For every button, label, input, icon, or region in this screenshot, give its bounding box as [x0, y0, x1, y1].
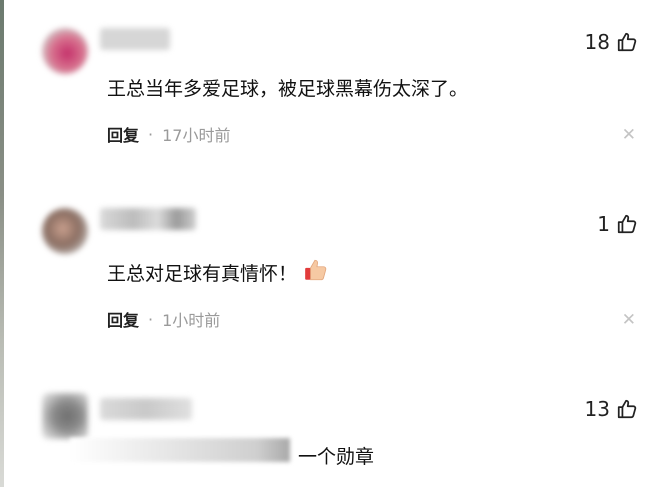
like-count: 1	[597, 212, 610, 236]
comment-text: 一个勋章	[298, 446, 375, 468]
thumbs-up-icon	[616, 398, 638, 420]
comment-text-content: 王总对足球有真情怀！	[107, 263, 298, 285]
like-count: 13	[584, 397, 610, 421]
meta-separator: ·	[148, 124, 154, 144]
like-count: 18	[584, 30, 610, 54]
thumbs-up-icon	[616, 31, 638, 53]
username-blurred[interactable]	[100, 398, 192, 420]
thumbs-up-emoji-icon	[303, 257, 329, 288]
comment-meta: 回复 · 1小时前	[107, 307, 220, 331]
left-edge-strip	[0, 0, 4, 487]
reply-button[interactable]: 回复	[107, 307, 139, 331]
reply-button[interactable]: 回复	[107, 122, 139, 146]
like-button[interactable]: 13	[585, 397, 638, 421]
timestamp: 1小时前	[162, 311, 221, 330]
comment-text-blurred	[70, 438, 290, 462]
avatar[interactable]	[42, 28, 88, 74]
comment-meta: 回复 · 17小时前	[107, 122, 230, 146]
avatar[interactable]	[42, 208, 88, 254]
username-blurred[interactable]	[100, 28, 170, 50]
meta-separator: ·	[148, 309, 154, 329]
like-button[interactable]: 1	[597, 212, 638, 236]
avatar[interactable]	[42, 393, 88, 439]
like-button[interactable]: 18	[585, 30, 638, 54]
username-blurred[interactable]	[100, 208, 196, 230]
close-icon[interactable]: ✕	[622, 125, 636, 145]
comment-text: 王总当年多爱足球，被足球黑幕伤太深了。	[107, 78, 469, 100]
thumbs-up-icon	[616, 213, 638, 235]
timestamp: 17小时前	[162, 126, 231, 145]
comment-text: 王总对足球有真情怀！	[107, 257, 329, 288]
close-icon[interactable]: ✕	[622, 310, 636, 330]
